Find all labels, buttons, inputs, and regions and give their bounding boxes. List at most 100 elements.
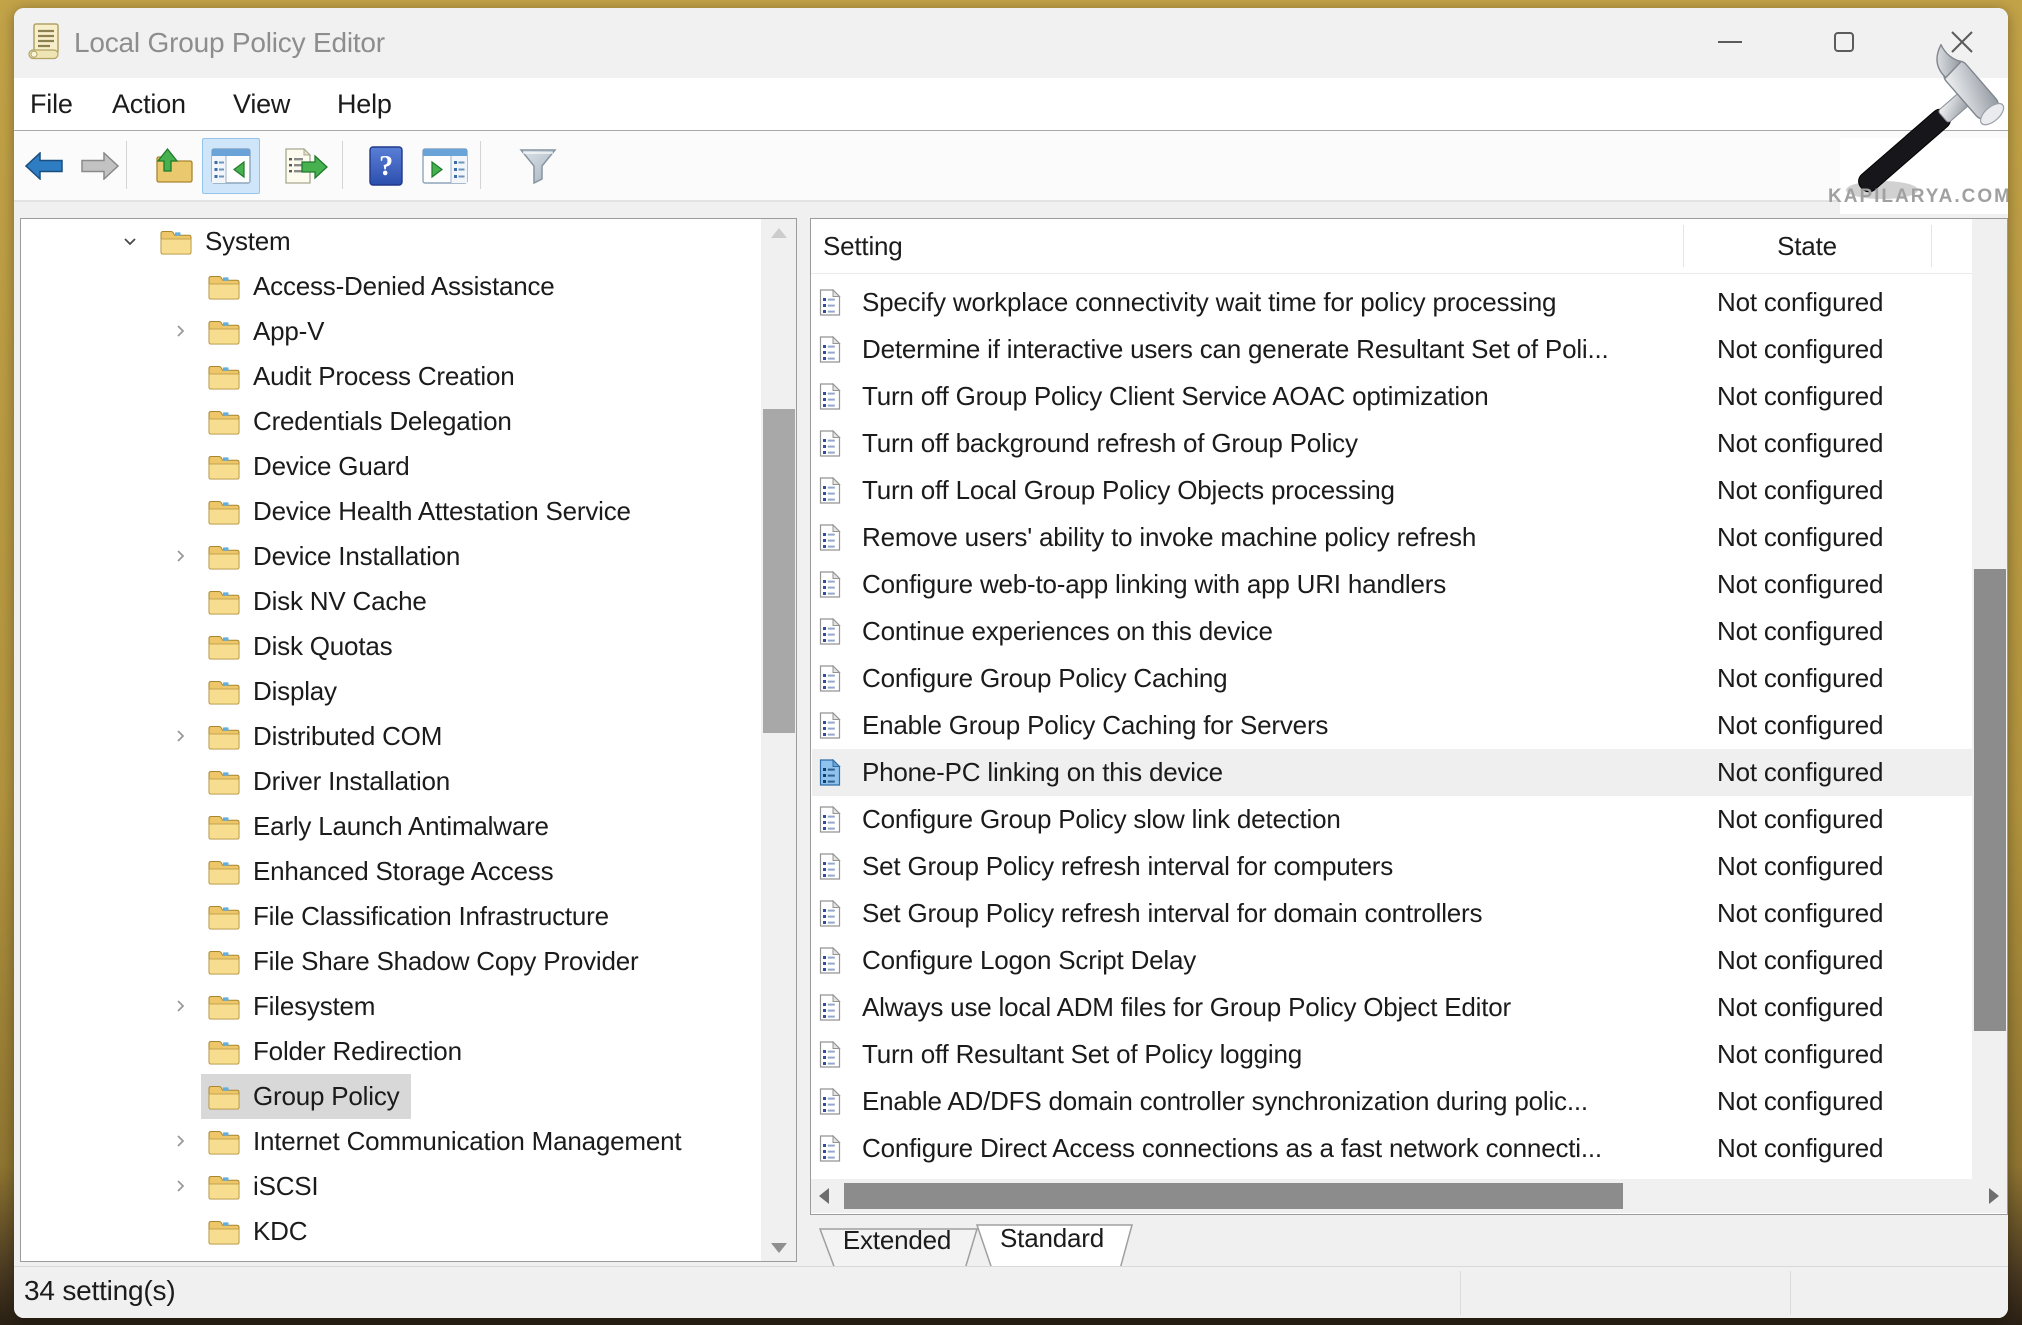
tree-item-filesystem[interactable]: Filesystem (21, 984, 796, 1029)
settings-row[interactable]: Phone-PC linking on this device Not conf… (812, 749, 1973, 796)
tree-item-enhanced-storage-access[interactable]: Enhanced Storage Access (21, 849, 796, 894)
menu-item-action[interactable]: Action (112, 78, 186, 130)
settings-row[interactable]: Enable AD/DFS domain controller synchron… (812, 1078, 1973, 1125)
setting-state: Not configured (1717, 1039, 1883, 1070)
tree-item-label: File Share Shadow Copy Provider (253, 946, 638, 977)
settings-row[interactable]: Turn off Local Group Policy Objects proc… (812, 467, 1973, 514)
tree-item-label: Display (253, 676, 337, 707)
tree-item-kdc[interactable]: KDC (21, 1209, 796, 1254)
setting-name: Turn off Group Policy Client Service AOA… (862, 381, 1488, 412)
settings-row[interactable]: Turn off Group Policy Client Service AOA… (812, 373, 1973, 420)
tree-item-distributed-com[interactable]: Distributed COM (21, 714, 796, 759)
tree-item-device-installation[interactable]: Device Installation (21, 534, 796, 579)
tree-item-app-v[interactable]: App-V (21, 309, 796, 354)
tree-item-label: Early Launch Antimalware (253, 811, 549, 842)
settings-row[interactable]: Configure Group Policy Caching Not confi… (812, 655, 1973, 702)
tree-item-early-launch-antimalware[interactable]: Early Launch Antimalware (21, 804, 796, 849)
tree-item-access-denied-assistance[interactable]: Access-Denied Assistance (21, 264, 796, 309)
settings-row[interactable]: Configure Group Policy slow link detecti… (812, 796, 1973, 843)
settings-row[interactable]: Configure Direct Access connections as a… (812, 1125, 1973, 1172)
show-hide-console-tree-button[interactable] (202, 138, 260, 194)
chevron-right-icon[interactable] (171, 727, 189, 745)
menu-item-help[interactable]: Help (337, 78, 392, 130)
setting-state: Not configured (1717, 334, 1883, 365)
scroll-left-arrow[interactable] (819, 1188, 829, 1204)
tree-item-disk-quotas[interactable]: Disk Quotas (21, 624, 796, 669)
show-hide-action-pane-button[interactable] (414, 131, 476, 200)
settings-row[interactable]: Specify workplace connectivity wait time… (812, 279, 1973, 326)
tree-item-display[interactable]: Display (21, 669, 796, 714)
settings-row[interactable]: Turn off background refresh of Group Pol… (812, 420, 1973, 467)
chevron-right-icon[interactable] (171, 547, 189, 565)
tree-item[interactable] (21, 1254, 796, 1262)
tree-item-iscsi[interactable]: iSCSI (21, 1164, 796, 1209)
title-bar[interactable]: Local Group Policy Editor (14, 8, 2008, 78)
list-horizontal-scrollbar[interactable] (811, 1179, 2007, 1213)
list-horizontal-thumb[interactable] (844, 1183, 1623, 1209)
tree-item-audit-process-creation[interactable]: Audit Process Creation (21, 354, 796, 399)
menu-item-file[interactable]: File (30, 78, 73, 130)
forward-button[interactable] (72, 131, 128, 200)
tree-item-disk-nv-cache[interactable]: Disk NV Cache (21, 579, 796, 624)
column-header-setting[interactable]: Setting (823, 219, 903, 273)
help-button[interactable]: ? (358, 131, 414, 200)
settings-row[interactable]: Always use local ADM files for Group Pol… (812, 984, 1973, 1031)
list-vertical-scrollbar[interactable] (1972, 219, 2008, 1179)
back-button[interactable] (16, 131, 72, 200)
chevron-right-icon[interactable] (171, 997, 189, 1015)
minimize-button[interactable] (1699, 14, 1761, 70)
tree-item-system[interactable]: System (21, 219, 796, 264)
setting-name: Continue experiences on this device (862, 616, 1273, 647)
settings-row[interactable]: Configure web-to-app linking with app UR… (812, 561, 1973, 608)
chevron-down-icon[interactable] (121, 232, 139, 250)
up-one-level-button[interactable] (144, 131, 202, 200)
menu-item-view[interactable]: View (233, 78, 290, 130)
scroll-up-arrow[interactable] (771, 228, 787, 238)
setting-name: Turn off Resultant Set of Policy logging (862, 1039, 1302, 1070)
filter-button[interactable] (510, 131, 566, 200)
policy-setting-icon (819, 1041, 841, 1068)
settings-row[interactable]: Continue experiences on this device Not … (812, 608, 1973, 655)
tree-item-device-health-attestation-service[interactable]: Device Health Attestation Service (21, 489, 796, 534)
chevron-right-icon[interactable] (171, 322, 189, 340)
settings-row[interactable]: Configure Logon Script Delay Not configu… (812, 937, 1973, 984)
settings-row[interactable]: Enable Group Policy Caching for Servers … (812, 702, 1973, 749)
setting-state: Not configured (1717, 428, 1883, 459)
tab-standard-label[interactable]: Standard (992, 1223, 1112, 1254)
setting-name: Remove users' ability to invoke machine … (862, 522, 1476, 553)
folder-icon (159, 227, 193, 256)
desktop-background: Local Group Policy Editor File Action View… (0, 0, 2022, 1325)
folder-icon (207, 1082, 241, 1111)
folder-icon (207, 317, 241, 346)
column-divider[interactable] (1931, 225, 1932, 267)
settings-row[interactable]: Remove users' ability to invoke machine … (812, 514, 1973, 561)
settings-row[interactable]: Set Group Policy refresh interval for co… (812, 843, 1973, 890)
setting-state: Not configured (1717, 851, 1883, 882)
settings-row[interactable]: Determine if interactive users can gener… (812, 326, 1973, 373)
list-scrollbar-thumb[interactable] (1974, 569, 2006, 1031)
tree-item-driver-installation[interactable]: Driver Installation (21, 759, 796, 804)
list-header: Setting State (811, 219, 2007, 274)
tree-scrollbar-thumb[interactable] (763, 409, 795, 733)
status-divider (1460, 1271, 1461, 1315)
scroll-down-arrow[interactable] (771, 1243, 787, 1253)
tree-item-device-guard[interactable]: Device Guard (21, 444, 796, 489)
settings-row[interactable]: Turn off Resultant Set of Policy logging… (812, 1031, 1973, 1078)
tab-extended-label[interactable]: Extended (837, 1225, 957, 1256)
tree-item-file-share-shadow-copy-provider[interactable]: File Share Shadow Copy Provider (21, 939, 796, 984)
tree-item-file-classification-infrastructure[interactable]: File Classification Infrastructure (21, 894, 796, 939)
tree-vertical-scrollbar[interactable] (761, 219, 797, 1262)
scroll-right-arrow[interactable] (1989, 1188, 1999, 1204)
chevron-right-icon[interactable] (171, 1132, 189, 1150)
setting-state: Not configured (1717, 475, 1883, 506)
tree-item-group-policy[interactable]: Group Policy (21, 1074, 796, 1119)
settings-row[interactable]: Set Group Policy refresh interval for do… (812, 890, 1973, 937)
setting-name: Set Group Policy refresh interval for do… (862, 898, 1482, 929)
tree-item-internet-communication-management[interactable]: Internet Communication Management (21, 1119, 796, 1164)
column-header-state[interactable]: State (1683, 219, 1931, 273)
tree-item-folder-redirection[interactable]: Folder Redirection (21, 1029, 796, 1074)
tree-item-credentials-delegation[interactable]: Credentials Delegation (21, 399, 796, 444)
export-list-button[interactable] (276, 131, 336, 200)
status-bar: 34 setting(s) (14, 1266, 2008, 1318)
chevron-right-icon[interactable] (171, 1177, 189, 1195)
